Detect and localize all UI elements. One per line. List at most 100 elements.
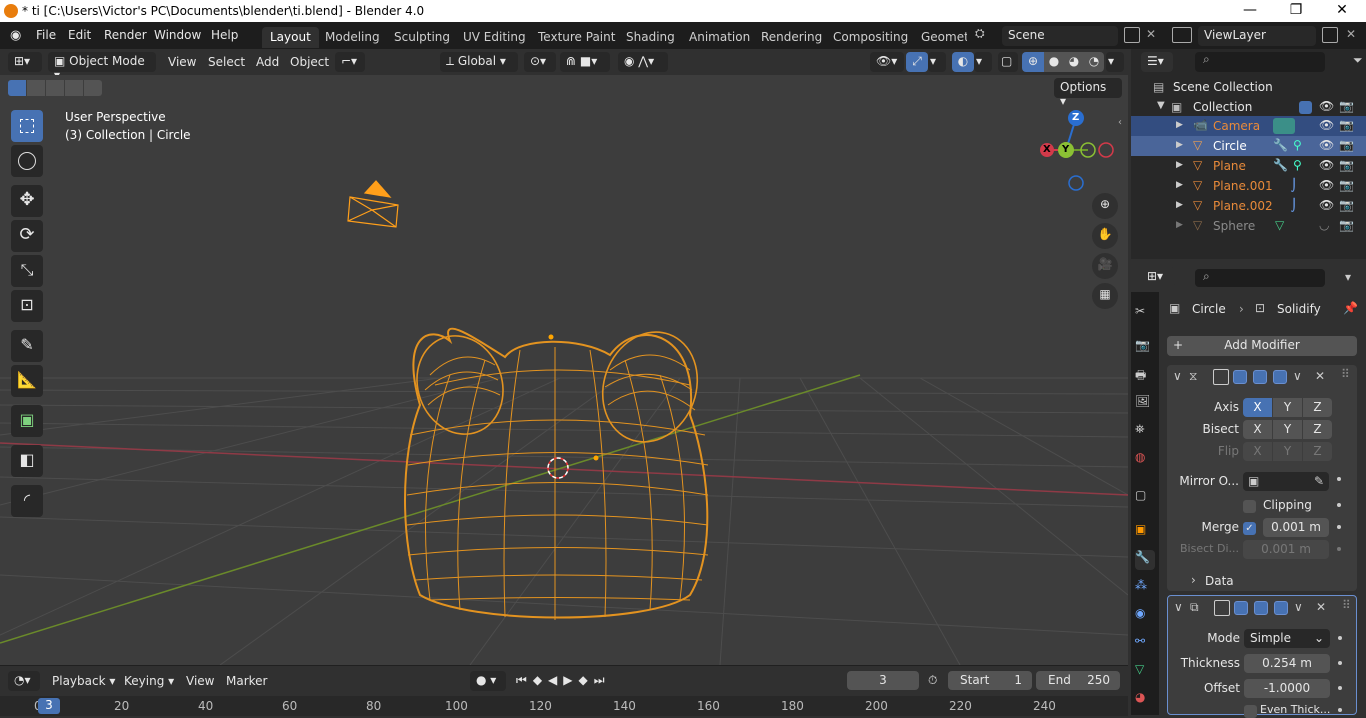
mesh-data-icon[interactable]: ⚲	[1293, 158, 1302, 172]
proportional-editing[interactable]: ◉ ⋀▾	[618, 52, 668, 72]
curve-data-icon[interactable]: ⌡	[1291, 178, 1297, 192]
restore-button[interactable]: ❐	[1276, 2, 1316, 18]
flip-y-toggle[interactable]: Y	[1273, 442, 1302, 461]
pan-hand-icon[interactable]: ✋	[1092, 223, 1118, 249]
keyframe-dot-icon[interactable]	[1338, 686, 1342, 690]
outliner-editor-type-icon[interactable]: ☰▾	[1141, 52, 1173, 72]
timeline-view-menu[interactable]: View	[186, 674, 214, 688]
visibility-eye-icon[interactable]: 👁	[1319, 158, 1334, 172]
scene-tab-icon[interactable]: ⛯	[1135, 422, 1155, 442]
collapse-arrow-icon[interactable]: ∨	[1174, 600, 1183, 614]
scale-tool-icon[interactable]: ⤡	[11, 255, 43, 287]
camera-view-icon[interactable]: 🎥	[1092, 253, 1118, 279]
view-layer-tab-icon[interactable]: 🖼	[1135, 394, 1155, 414]
particles-tab-icon[interactable]: ⁂	[1135, 578, 1155, 598]
render-toggle-icon[interactable]	[1273, 370, 1287, 384]
even-thickness-checkbox[interactable]	[1244, 705, 1257, 718]
marker-menu[interactable]: Marker	[226, 674, 267, 688]
curve-data-icon[interactable]: ⌡	[1291, 198, 1297, 212]
end-frame-field[interactable]: End 250	[1036, 671, 1120, 690]
add-tool-icon[interactable]: ◧	[11, 445, 43, 477]
editor-type-dropdown[interactable]: ⊞▾	[8, 52, 42, 72]
overlay-toggle-icon[interactable]: ◐	[952, 52, 974, 72]
new-scene-icon[interactable]	[1124, 27, 1140, 43]
transform-tool-icon[interactable]: ⊡	[11, 290, 43, 322]
properties-search-input[interactable]: ⌕	[1195, 269, 1325, 287]
outliner-search-input[interactable]: ⌕	[1195, 52, 1325, 72]
render-camera-icon[interactable]: 📷	[1339, 138, 1354, 152]
select-extend-icon[interactable]	[27, 80, 45, 96]
render-camera-icon[interactable]: 📷	[1339, 198, 1354, 212]
render-tab-icon[interactable]: 📷	[1135, 338, 1155, 358]
tab-sculpting[interactable]: Sculpting	[386, 27, 458, 48]
gizmo-toggle-icon[interactable]: ⤢	[906, 52, 928, 72]
outliner-item-camera[interactable]: ▶ 📹 Camera 👁 📷	[1131, 116, 1366, 136]
delete-viewlayer-icon[interactable]: ✕	[1346, 27, 1356, 41]
sidebar-toggle-icon[interactable]: ‹	[1118, 117, 1122, 128]
jump-end-icon[interactable]: ⏭	[594, 673, 611, 687]
stopwatch-icon[interactable]: ⏱	[928, 673, 937, 688]
add-menu[interactable]: Add	[256, 55, 279, 69]
menu-window[interactable]: Window	[154, 28, 201, 42]
flip-x-toggle[interactable]: X	[1243, 442, 1272, 461]
merge-distance-field[interactable]: 0.001 m	[1263, 518, 1329, 537]
cage-toggle-icon[interactable]	[1233, 370, 1247, 384]
merge-checkbox[interactable]: ✓	[1243, 522, 1256, 535]
delete-scene-icon[interactable]: ✕	[1146, 27, 1156, 41]
render-camera-icon[interactable]: 📷	[1339, 99, 1354, 113]
tab-compositing[interactable]: Compositing	[825, 27, 916, 48]
outliner-item-circle[interactable]: ▶ ▽ Circle 🔧 ⚲ 👁 📷	[1131, 136, 1366, 156]
outliner-item-sphere[interactable]: ▶ ▽ Sphere ▽ ◡ 📷	[1131, 216, 1366, 236]
keyframe-dot-icon[interactable]	[1337, 503, 1341, 507]
select-intersect-icon[interactable]	[84, 80, 102, 96]
properties-options-icon[interactable]: ▾	[1345, 270, 1351, 284]
play-reverse-icon[interactable]: ◀	[548, 673, 563, 687]
visibility-eye-icon[interactable]: 👁	[1319, 178, 1334, 192]
bisect-y-toggle[interactable]: Y	[1273, 420, 1302, 439]
scene-selector[interactable]: Scene	[1002, 26, 1118, 46]
expand-arrow-icon[interactable]: ▶	[1176, 160, 1183, 170]
camera-data-icon[interactable]	[1273, 118, 1295, 134]
blender-menu-icon[interactable]: ◉	[10, 28, 26, 43]
properties-editor-type-icon[interactable]: ⊞▾	[1141, 267, 1175, 287]
modifier-tab-icon[interactable]: 🔧	[1135, 550, 1155, 570]
collapse-arrow-icon[interactable]: ∨	[1173, 369, 1182, 383]
select-menu[interactable]: Select	[208, 55, 245, 69]
timeline-editor-type-icon[interactable]: ◔▾	[8, 671, 40, 691]
overlay-dropdown[interactable]: ▾	[974, 52, 992, 72]
remove-modifier-icon[interactable]: ✕	[1316, 600, 1326, 614]
constraints-tab-icon[interactable]: ⚯	[1135, 634, 1155, 654]
pivot-dropdown[interactable]: ⊙▾	[524, 52, 556, 72]
3d-viewport[interactable]: User Perspective (3) Collection | Circle…	[0, 75, 1128, 665]
scene-icon[interactable]: ⛭	[975, 26, 999, 46]
visibility-eye-icon[interactable]: 👁	[1319, 138, 1334, 152]
collection-tab-icon[interactable]: ▢	[1135, 488, 1155, 508]
visibility-eye-icon[interactable]: 👁	[1319, 198, 1334, 212]
axis-x-toggle[interactable]: X	[1243, 398, 1272, 417]
new-viewlayer-icon[interactable]	[1322, 27, 1338, 43]
outliner-item-plane-002[interactable]: ▶ ▽ Plane.002 ⌡ 👁 📷	[1131, 196, 1366, 216]
outliner-filter-icon[interactable]: ⏷	[1353, 53, 1363, 68]
jump-start-icon[interactable]: ⏮	[516, 673, 533, 687]
mode-dropdown[interactable]: ▣ Object Mode ▾	[48, 52, 156, 82]
playback-menu[interactable]: Playback ▾	[52, 674, 115, 688]
tab-animation[interactable]: Animation	[681, 27, 758, 48]
expand-arrow-icon[interactable]: ▶	[1176, 140, 1183, 150]
keyframe-dot-icon[interactable]	[1338, 636, 1342, 640]
render-camera-icon[interactable]: 📷	[1339, 118, 1354, 132]
close-button[interactable]: ✕	[1322, 2, 1362, 18]
view-menu[interactable]: View	[168, 55, 196, 69]
menu-help[interactable]: Help	[211, 28, 238, 42]
rotate-tool-icon[interactable]: ⟳	[11, 220, 43, 252]
select-box-icon[interactable]	[8, 80, 26, 96]
keyframe-dot-icon[interactable]	[1338, 661, 1342, 665]
ortho-grid-icon[interactable]: ▦	[1092, 283, 1118, 309]
playhead[interactable]: 3	[38, 698, 60, 714]
current-frame-field[interactable]: 3	[847, 671, 919, 690]
mode-dropdown[interactable]: Simple ⌄	[1244, 629, 1330, 648]
tab-uv-editing[interactable]: UV Editing	[455, 27, 534, 48]
visibility-eye-icon[interactable]: 👁	[1319, 99, 1334, 113]
bisect-z-toggle[interactable]: Z	[1303, 420, 1332, 439]
modifier-wrench-icon[interactable]: 🔧	[1273, 138, 1288, 152]
offset-field[interactable]: -1.0000	[1244, 679, 1330, 698]
